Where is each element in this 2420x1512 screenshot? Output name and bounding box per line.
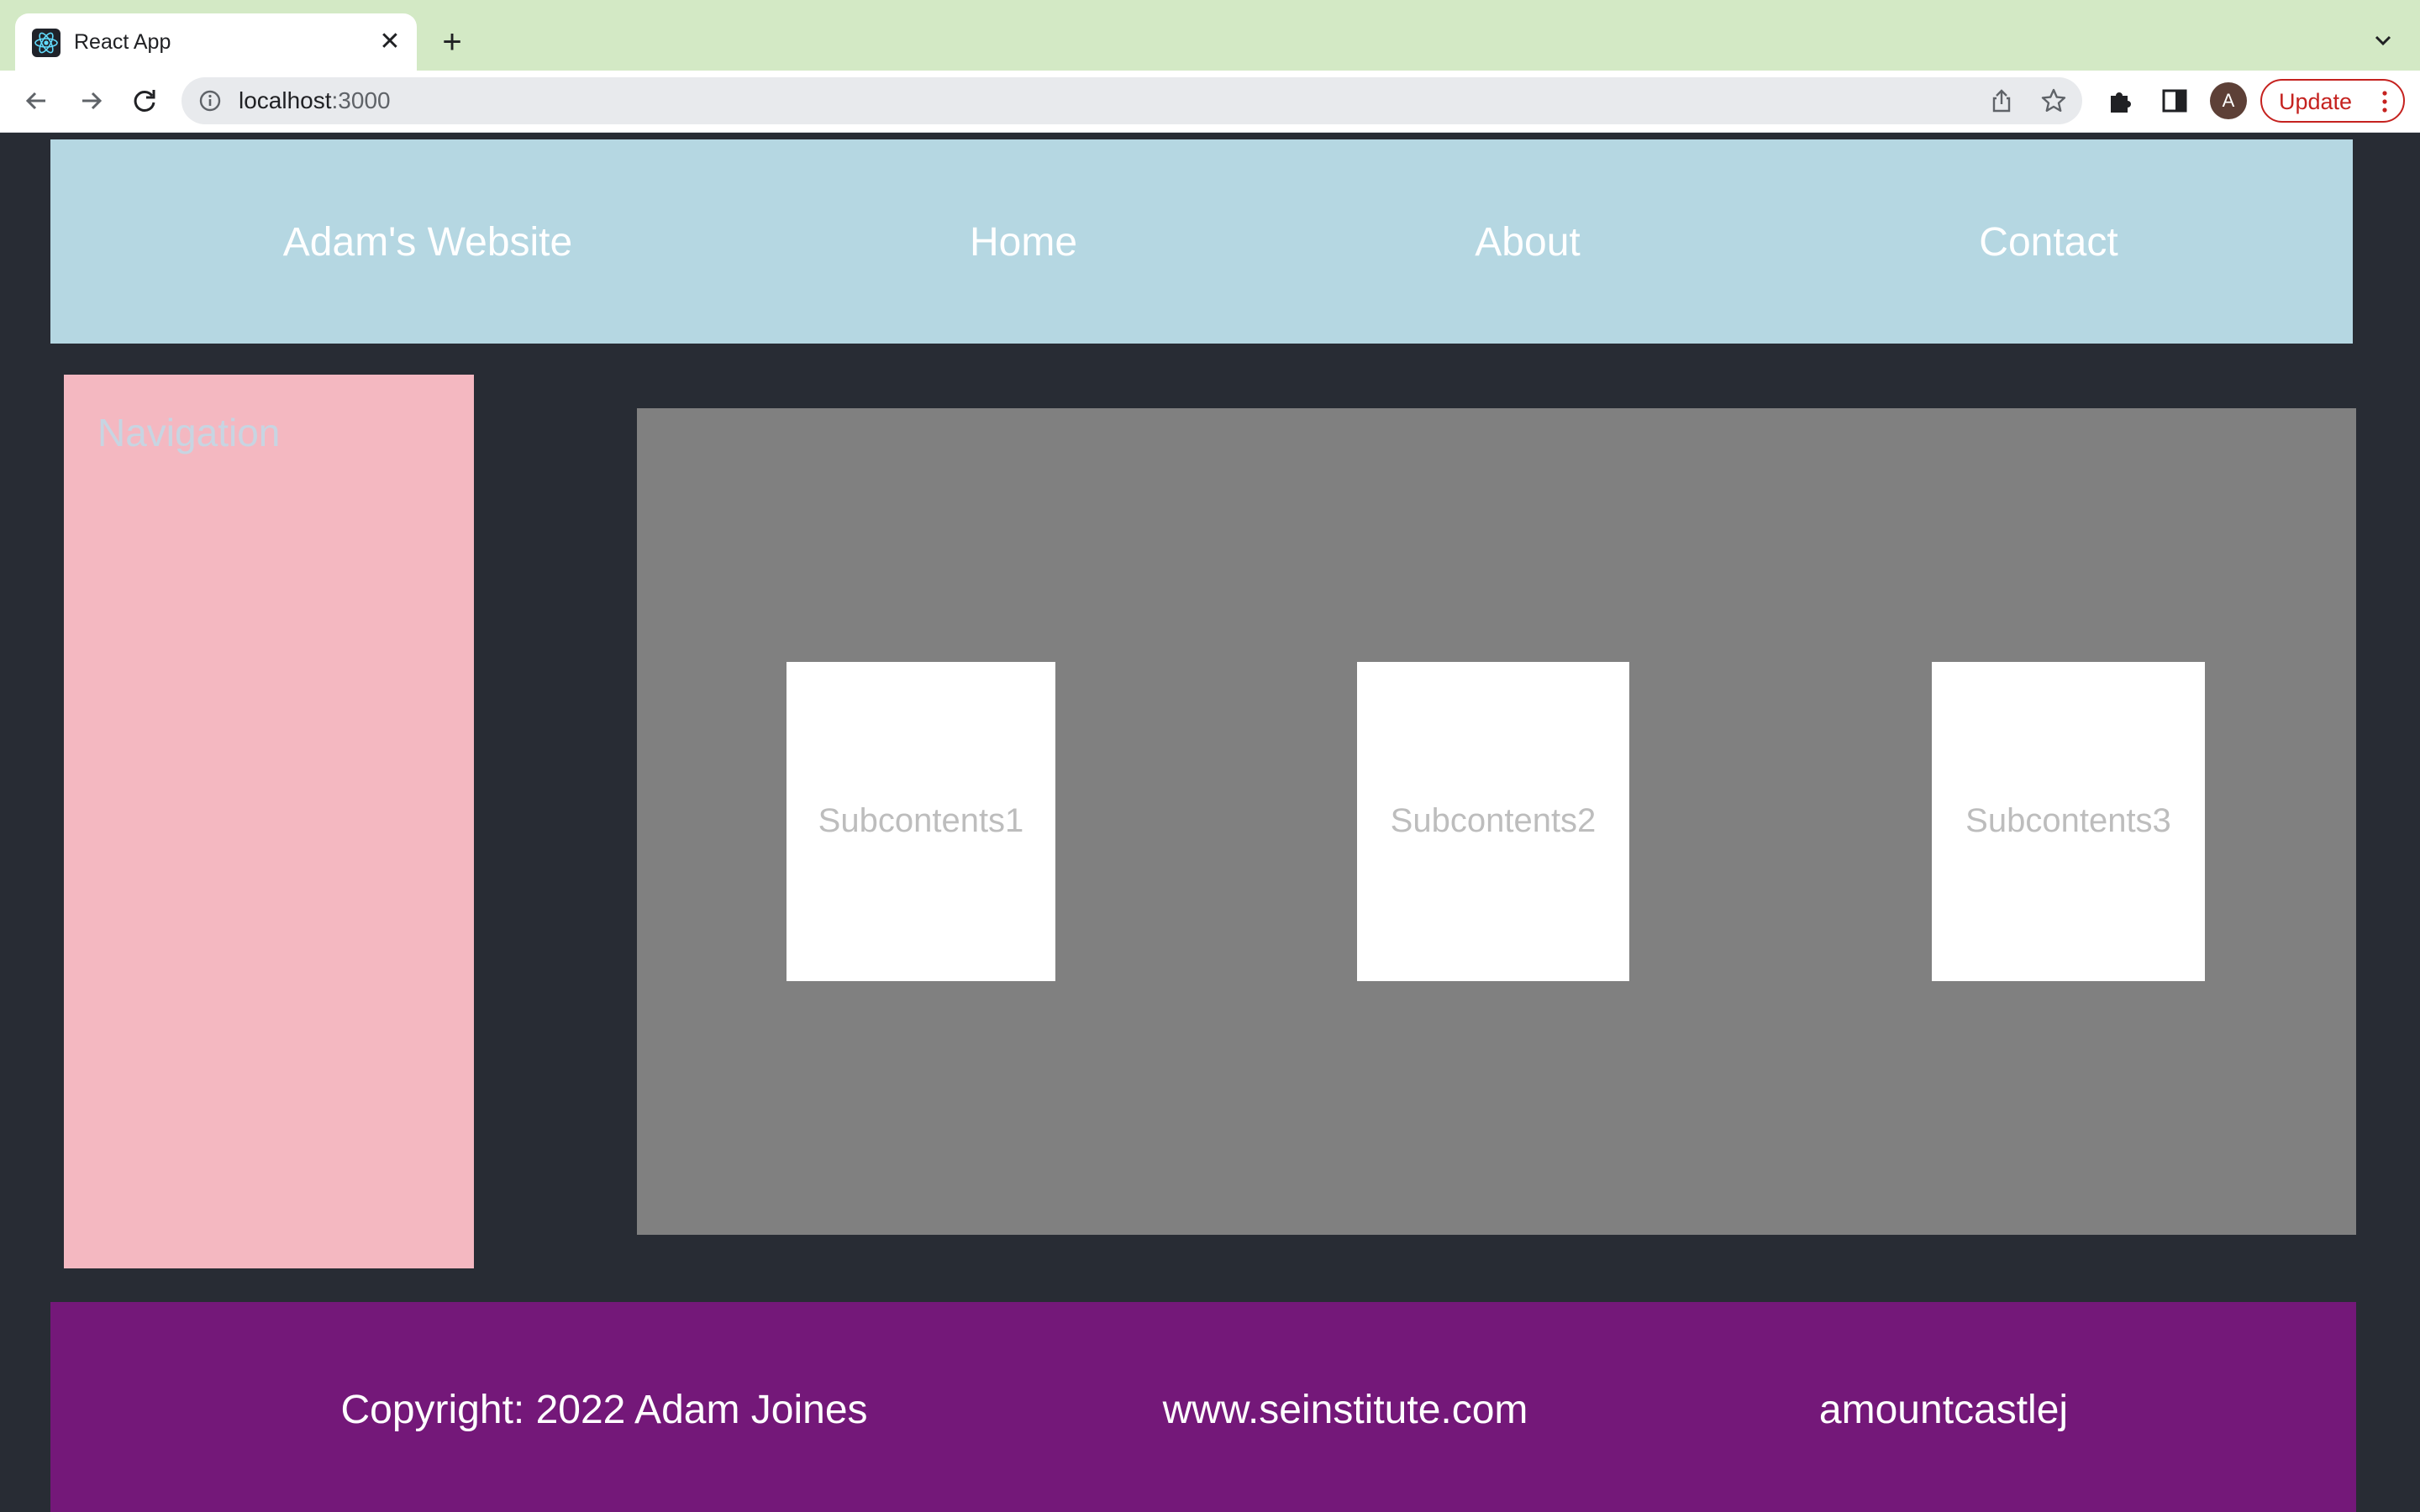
subcontent-label: Subcontents1 [818, 802, 1024, 839]
main-content: Subcontents1 Subcontents2 Subcontents3 [637, 408, 2356, 1235]
footer-website-link[interactable]: www.seinstitute.com [1163, 1388, 1528, 1433]
reload-icon[interactable] [126, 82, 163, 119]
close-icon[interactable]: ✕ [375, 27, 405, 57]
subcontent-card-1: Subcontents1 [786, 662, 1055, 981]
bookmark-star-icon[interactable] [2040, 87, 2067, 114]
site-footer: Copyright: 2022 Adam Joines www.seinstit… [50, 1302, 2356, 1512]
share-icon[interactable] [1988, 87, 2015, 114]
update-button[interactable]: Update [2260, 79, 2405, 123]
url-port: :3000 [331, 87, 391, 113]
tab-title: React App [74, 30, 171, 54]
profile-avatar[interactable]: A [2210, 82, 2247, 119]
side-panel-icon[interactable] [2158, 84, 2191, 118]
address-bar[interactable]: localhost:3000 [182, 77, 2082, 124]
page-viewport: Adam's Website Home About Contact Naviga… [0, 133, 2420, 1512]
browser-tab[interactable]: React App ✕ [15, 13, 417, 71]
nav-link-contact[interactable]: Contact [1979, 220, 2118, 265]
url-text: localhost:3000 [239, 87, 391, 114]
url-host: localhost [239, 87, 332, 113]
sidebar-navigation: Navigation [64, 375, 474, 1268]
new-tab-button[interactable]: + [435, 25, 469, 59]
chevron-down-icon[interactable] [2368, 25, 2398, 55]
sidebar-title: Navigation [97, 411, 281, 454]
update-label: Update [2279, 89, 2353, 114]
site-header: Adam's Website Home About Contact [50, 139, 2353, 344]
extensions-puzzle-icon[interactable] [2104, 84, 2138, 118]
nav-link-home[interactable]: Home [970, 220, 1077, 265]
back-arrow-icon[interactable] [18, 82, 55, 119]
subcontent-label: Subcontents2 [1390, 802, 1597, 839]
site-title: Adam's Website [282, 220, 573, 265]
subcontent-card-3: Subcontents3 [1932, 662, 2205, 981]
tab-strip: React App ✕ + [0, 0, 2420, 71]
forward-arrow-icon[interactable] [72, 82, 109, 119]
footer-handle: amountcastlej [1818, 1388, 2069, 1432]
nav-link-about[interactable]: About [1475, 220, 1580, 265]
subcontent-card-2: Subcontents2 [1357, 662, 1629, 981]
info-icon[interactable] [198, 89, 222, 113]
footer-copyright: Copyright: 2022 Adam Joines [340, 1388, 868, 1432]
react-logo-icon [32, 29, 60, 57]
browser-toolbar: localhost:3000 A Update [0, 71, 2420, 133]
kebab-menu-icon[interactable] [2376, 89, 2393, 114]
subcontent-label: Subcontents3 [1965, 802, 2171, 839]
